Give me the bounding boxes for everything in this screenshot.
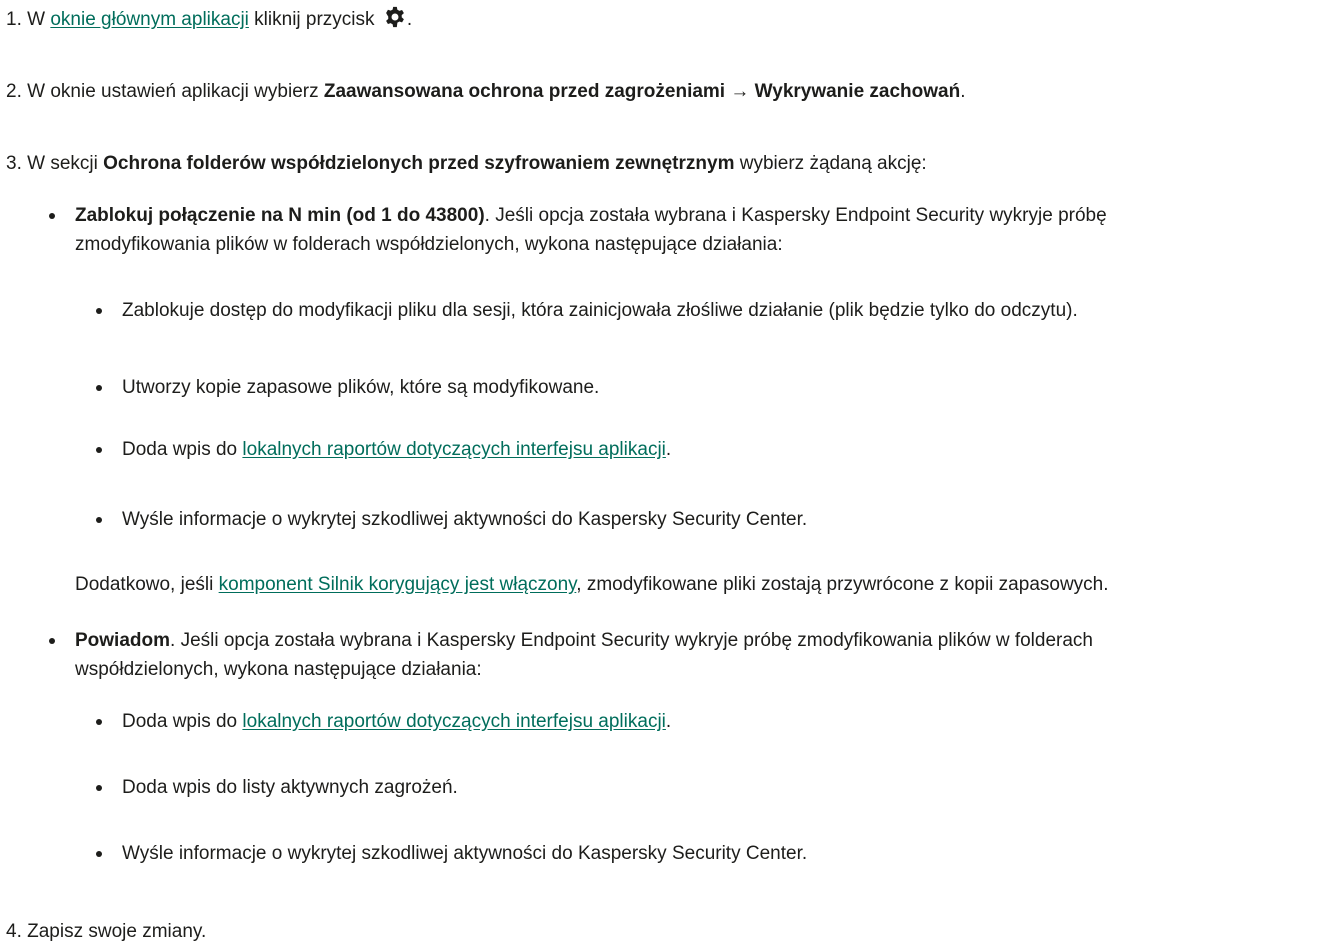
step-3: 3. W sekcji Ochrona folderów współdzielo… [6,150,927,178]
notify-option-line-2: współdzielonych, wykona następujące dzia… [75,659,482,680]
step-2-end: . [960,81,966,102]
step-1-number: 1. [6,9,22,30]
step-3-prefix: W sekcji [21,153,104,174]
step-4-text: Zapisz swoje zmiany. [21,921,207,942]
block-item-2: Utworzy kopie zapasowe plików, które są … [122,377,600,398]
step-1-prefix: W [21,9,51,30]
behavior-detection-label: Wykrywanie zachowań [754,81,961,102]
step-1-text: kliknij przycisk [248,9,380,30]
block-item-1: Zablokuje dostęp do modyfikacji pliku dl… [122,300,1078,321]
notify-item-1-prefix: Doda wpis do [122,711,243,732]
block-option-description: . Jeśli opcja została wybrana i Kaspersk… [484,205,1107,226]
notify-item-1-end: . [665,711,672,732]
notify-option-line-1: Powiadom. Jeśli opcja została wybrana i … [75,627,1093,655]
bullet-dot [49,638,55,644]
remediation-note: Dodatkowo, jeśli komponent Silnik korygu… [75,571,1109,599]
block-option-label: Zablokuj połączenie na N min (od 1 do 43… [75,205,485,226]
bullet-dot [96,385,102,391]
block-option-line-1: Zablokuj połączenie na N min (od 1 do 43… [75,202,1107,230]
instructions-page: 1. W oknie głównym aplikacji kliknij prz… [0,0,1340,943]
block-item-4: Wyśle informacje o wykrytej szkodliwej a… [122,509,808,530]
local-reports-link[interactable]: lokalnych raportów dotyczących interfejs… [242,711,665,732]
step-4-number: 4. [6,921,22,942]
notify-option-description: . Jeśli opcja została wybrana i Kaspersk… [170,630,1093,651]
notify-item-2: Doda wpis do listy aktywnych zagrożeń. [122,777,458,798]
remediation-engine-link[interactable]: komponent Silnik korygujący jest włączon… [219,574,577,595]
advanced-protection-label: Zaawansowana ochrona przed zagrożeniami [323,81,726,102]
bullet-dot [96,308,102,314]
step-1: 1. W oknie głównym aplikacji kliknij prz… [6,6,412,37]
remediation-note-text: , zmodyfikowane pliki zostają przywrócon… [576,574,1109,595]
block-item-3: Doda wpis do lokalnych raportów dotycząc… [122,436,671,464]
notify-item-3: Wyśle informacje o wykrytej szkodliwej a… [122,843,808,864]
local-reports-link[interactable]: lokalnych raportów dotyczących interfejs… [242,439,665,460]
shared-folders-section-label: Ochrona folderów współdzielonych przed s… [103,153,735,174]
main-window-link[interactable]: oknie głównym aplikacji [50,9,249,30]
block-item-3-end: . [665,439,672,460]
bullet-dot [96,785,102,791]
gear-icon [383,6,407,37]
step-2-prefix: W oknie ustawień aplikacji wybierz [21,81,324,102]
step-2: 2. W oknie ustawień aplikacji wybierz Za… [6,78,966,106]
block-item-3-prefix: Doda wpis do [122,439,243,460]
remediation-note-prefix: Dodatkowo, jeśli [75,574,219,595]
step-4: 4. Zapisz swoje zmiany. [6,918,206,946]
bullet-dot [96,851,102,857]
step-3-text: wybierz żądaną akcję: [734,153,927,174]
arrow-separator: → [725,81,755,102]
bullet-dot [96,447,102,453]
bullet-dot [96,517,102,523]
bullet-dot [96,719,102,725]
block-option-line-2: zmodyfikowania plików w folderach współd… [75,234,783,255]
bullet-dot [49,213,55,219]
notify-option-label: Powiadom [75,630,171,651]
notify-item-1: Doda wpis do lokalnych raportów dotycząc… [122,708,671,736]
step-3-number: 3. [6,153,22,174]
step-2-number: 2. [6,81,22,102]
step-1-end: . [406,9,413,30]
